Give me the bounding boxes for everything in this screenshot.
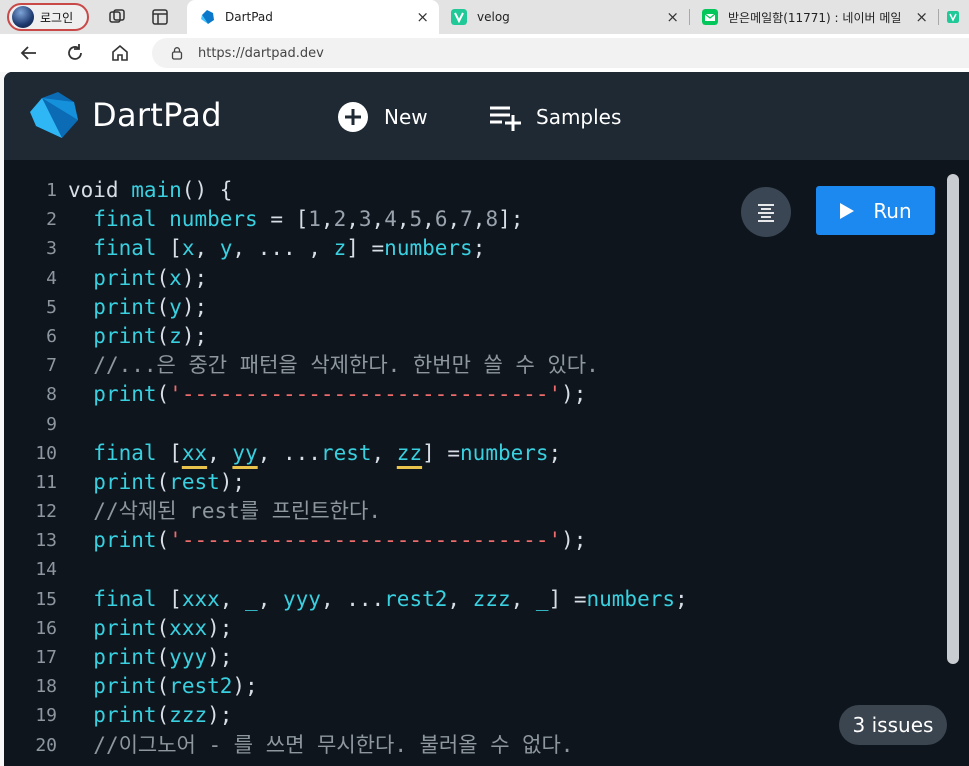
tab-naver-mail[interactable]: 받은메일함(11771) : 네이버 메일 × [690,0,938,34]
velog-favicon-icon [451,9,467,25]
code-line: 5 print(y); [4,293,944,322]
code-line: 15 final [xxx, _, yyy, ...rest2, zzz, _]… [4,585,944,614]
code-comment: //이그노어 - 를 쓰면 무시한다. 불러올 수 없다. [93,732,574,757]
dart-logo-icon [30,92,78,138]
tab-title: DartPad [225,10,273,24]
line-number: 4 [46,267,57,289]
tab-actions-icon[interactable] [150,7,170,27]
code-string: '-----------------------------' [169,382,562,407]
add-circle-icon [338,102,368,132]
velog-favicon-icon [947,11,959,23]
new-label: New [384,105,428,129]
code-line: 4 print(x); [4,264,944,293]
format-button[interactable] [741,187,791,237]
issues-badge[interactable]: 3 issues [839,705,947,745]
line-number: 14 [35,559,57,581]
line-number: 13 [35,530,57,552]
code-line: 16 print(xxx); [4,614,944,643]
close-icon[interactable]: × [915,8,928,26]
line-number: 5 [46,296,57,318]
line-number: 8 [46,384,57,406]
lock-icon[interactable] [170,46,184,60]
line-number: 18 [35,676,57,698]
playlist-add-icon [490,106,521,131]
line-number: 11 [35,471,57,493]
code-string: '-----------------------------' [169,528,562,553]
line-number: 19 [35,705,57,727]
code-line: 14 [4,555,944,584]
line-number: 2 [46,209,57,231]
workspaces-icon[interactable] [107,7,127,27]
profile-label: 로그인 [40,10,74,25]
profile-avatar [12,6,34,28]
back-icon[interactable] [18,42,40,64]
line-number: 17 [35,647,57,668]
samples-button[interactable]: Samples [488,100,621,134]
dartpad-app: DartPad New Samples 1 void main() { 2 fin… [4,72,969,766]
format-align-icon [758,204,774,222]
home-icon[interactable] [109,42,131,64]
code-line: 17 print(yyy); [4,643,944,672]
run-button[interactable]: Run [816,186,935,235]
issues-label: 3 issues [852,713,934,737]
code-editor[interactable]: 1 void main() { 2 final numbers = [1,2,3,… [4,160,969,766]
url-text: https://dartpad.dev [198,45,324,61]
code-comment: //...은 중간 패턴을 삭제한다. 한번만 쓸 수 있다. [93,353,599,378]
line-number: 16 [35,617,57,639]
naver-mail-favicon-icon [702,9,718,25]
code-line: 2 final numbers = [1,2,3,4,5,6,7,8]; [4,205,944,234]
tab-dartpad[interactable]: DartPad × [187,0,439,34]
code-line: 12 //삭제된 rest를 프린트한다. [4,497,944,526]
line-number: 12 [35,501,57,523]
code-line: 6 print(z); [4,322,944,351]
tab-title: velog [477,10,510,24]
tab-title: 받은메일함(11771) : 네이버 메일 [728,10,902,25]
code-line: 10 final [xx, yy, ...rest, zz] =numbers; [4,439,944,468]
code-line: 18 print(rest2); [4,672,944,701]
code-line: 8 print('-----------------------------')… [4,380,944,409]
new-button[interactable]: New [336,100,428,134]
app-header: DartPad New Samples [4,72,969,160]
address-bar-row: https://dartpad.dev [0,34,969,72]
tab-velog-2[interactable] [939,0,969,34]
profile-button[interactable]: 로그인 [7,3,89,31]
play-icon [840,202,855,219]
code-line: 11 print(rest); [4,468,944,497]
line-number: 15 [35,588,57,610]
line-number: 9 [46,413,57,435]
reload-icon[interactable] [64,42,86,64]
tab-velog[interactable]: velog × [439,0,689,34]
code-line: 3 final [x, y, ... , z] =numbers; [4,234,944,263]
code-line: 20 //이그노어 - 를 쓰면 무시한다. 불러올 수 없다. [4,731,944,760]
line-number: 7 [46,355,57,377]
line-number: 6 [46,325,57,347]
code-line: 7 //...은 중간 패턴을 삭제한다. 한번만 쓸 수 있다. [4,351,944,380]
browser-tab-bar: 로그인 DartPad × velog × 받은메일함(11771) : 네이버… [0,0,969,34]
close-icon[interactable]: × [416,8,429,26]
url-field[interactable]: https://dartpad.dev [152,38,969,68]
code-comment: //삭제된 rest를 프린트한다. [93,499,381,524]
code-lines[interactable]: 1 void main() { 2 final numbers = [1,2,3,… [4,176,944,760]
code-line: 19 print(zzz); [4,701,944,730]
line-number: 20 [35,734,57,756]
samples-label: Samples [536,105,622,129]
run-label: Run [873,198,912,223]
line-number: 3 [46,238,57,260]
code-line: 9 [4,410,944,439]
line-number: 1 [46,180,57,201]
code-line: 13 print('-----------------------------'… [4,526,944,555]
close-icon[interactable]: × [666,8,679,26]
line-number: 10 [35,442,57,464]
code-line: 1 void main() { [4,176,944,205]
app-title: DartPad [92,96,222,134]
editor-scrollbar[interactable] [947,174,959,664]
dartpad-favicon-icon [201,10,214,24]
